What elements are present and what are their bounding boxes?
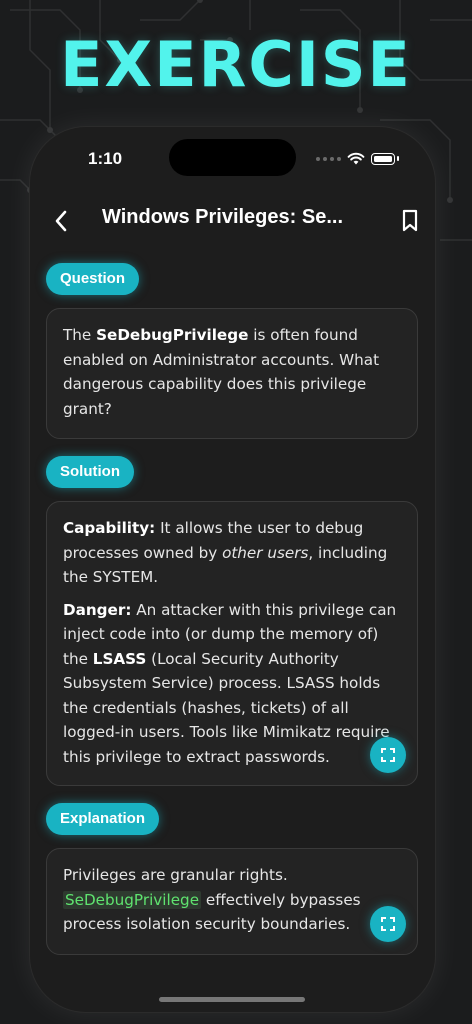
explanation-card: Privileges are granular rights. SeDebugP…: [46, 848, 418, 955]
page-title: Windows Privileges: Se...: [102, 206, 343, 228]
explanation-expand-button[interactable]: [370, 906, 406, 942]
solution-expand-button[interactable]: [370, 737, 406, 773]
explanation-tag: Explanation: [46, 803, 160, 835]
danger-paragraph: Danger: An attacker with this privilege …: [63, 600, 397, 766]
question-card: The SeDebugPrivilege is often found enab…: [46, 308, 418, 439]
solution-tag: Solution: [46, 456, 134, 488]
home-indicator[interactable]: [159, 997, 305, 1002]
phone-frame: 1:10 Windows Privileges: Se... Question …: [30, 127, 435, 1012]
status-icons: [316, 152, 399, 165]
capability-paragraph: Capability: It allows the user to debug …: [63, 519, 388, 586]
hero-title: EXERCISE: [60, 28, 412, 101]
dynamic-island: [169, 139, 296, 176]
expand-icon: [381, 748, 395, 762]
back-chevron-icon[interactable]: [48, 206, 74, 236]
question-tag: Question: [46, 263, 140, 295]
expand-icon: [381, 917, 395, 931]
battery-icon: [371, 152, 395, 165]
question-bold: SeDebugPrivilege: [96, 326, 249, 344]
status-time: 1:10: [88, 149, 123, 168]
navigation-bar: Windows Privileges: Se...: [30, 202, 435, 242]
code-snippet: SeDebugPrivilege: [63, 890, 202, 909]
bookmark-icon[interactable]: [399, 208, 421, 234]
signal-dots-icon: [316, 156, 341, 161]
explanation-text: Privileges are granular rights. SeDebugP…: [63, 866, 361, 933]
battery-tip: [397, 156, 399, 161]
wifi-icon: [347, 152, 365, 165]
question-text: The SeDebugPrivilege is often found enab…: [63, 326, 380, 418]
solution-card: Capability: It allows the user to debug …: [46, 501, 418, 786]
